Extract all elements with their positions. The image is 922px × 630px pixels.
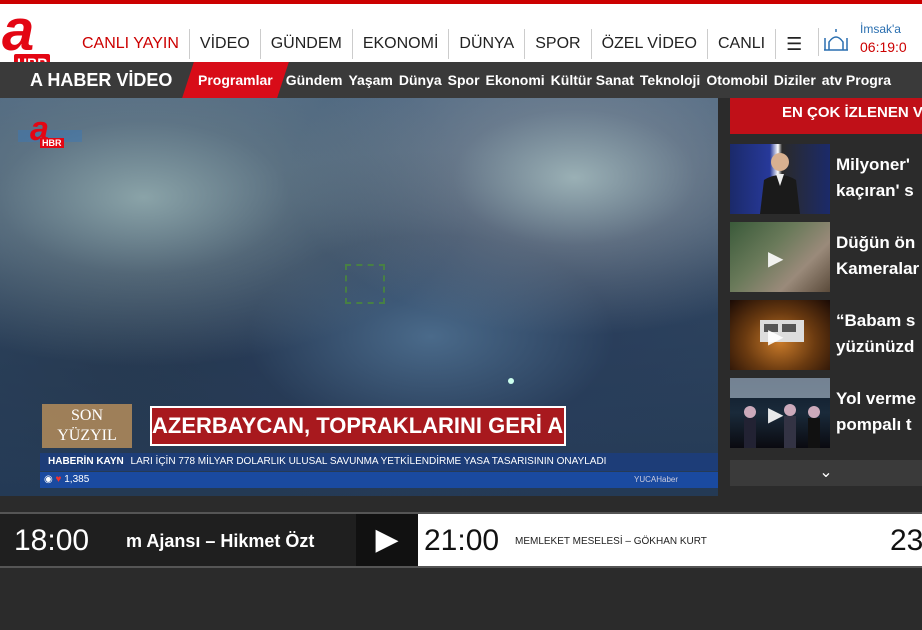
hamburger-icon[interactable]: ☰ — [775, 29, 812, 59]
play-icon: ▶ — [768, 326, 784, 348]
nav-dunya[interactable]: DÜNYA — [448, 29, 524, 59]
view-count-bar: ◉ ♥ 1,385 YUCAHaber — [40, 472, 718, 488]
show-logo-line1: SON — [70, 407, 103, 424]
next-time-slot: 21:00 — [424, 524, 500, 557]
sidebar-video-title[interactable]: Milyoner' kaçıran' s — [836, 152, 922, 204]
watermark-badge: HBR — [40, 138, 64, 148]
sidebar-video-item[interactable]: ▶ Düğün ön Kameralar — [730, 222, 922, 292]
heart-icon: ♥ — [55, 474, 62, 485]
nav-canli[interactable]: CANLI — [707, 29, 775, 59]
cat-ekonomi[interactable]: Ekonomi — [483, 62, 548, 98]
show-logo: SON YÜZYIL — [42, 404, 132, 448]
cat-spor[interactable]: Spor — [445, 62, 483, 98]
cat-otomobil[interactable]: Otomobil — [703, 62, 770, 98]
channel-watermark: a HBR — [18, 110, 84, 150]
top-header: a HBR CANLI YAYIN VİDEO GÜNDEM EKONOMİ D… — [0, 0, 922, 72]
view-count: 1,385 — [64, 474, 90, 485]
ticker-text: LARI İÇİN 778 MİLYAR DOLARLIK ULUSAL SAV… — [130, 456, 607, 467]
video-player[interactable]: a HBR SON YÜZYIL AZERBAYCAN, TOPRAKLARIN… — [0, 98, 718, 496]
broadcast-schedule: 18:00 m Ajansı – Hikmet Özt ▶ 21:00 MEML… — [0, 512, 922, 568]
cat-yasam[interactable]: Yaşam — [345, 62, 395, 98]
flare-spot — [508, 378, 514, 384]
sidebar-video-title[interactable]: Yol verme pompalı t — [836, 386, 922, 438]
page-footer-area — [0, 570, 922, 630]
video-thumbnail[interactable]: ▶ — [730, 378, 830, 448]
play-icon[interactable]: ▶ — [356, 514, 418, 566]
eye-icon: ◉ — [44, 474, 53, 485]
next-program-title: MEMLEKET MESELESİ – GÖKHAN KURT — [515, 536, 707, 547]
current-time-slot: 18:00 — [14, 524, 90, 557]
news-ticker: HABERİN KAYN LARI İÇİN 778 MİLYAR DOLARL… — [40, 453, 718, 471]
chevron-down-icon[interactable]: ⌄ — [730, 460, 922, 486]
cat-atv-programlari[interactable]: atv Progra — [819, 62, 894, 98]
mosque-icon — [818, 28, 848, 56]
sidebar-title: EN ÇOK İZLENEN V — [730, 98, 922, 134]
sidebar-video-title[interactable]: Düğün ön Kameralar — [836, 230, 922, 282]
prayer-time-widget: İmsak'a 06:19:0 — [860, 22, 922, 55]
prayer-countdown: 06:19:0 — [860, 39, 907, 55]
main-nav: CANLI YAYIN VİDEO GÜNDEM EKONOMİ DÜNYA S… — [72, 26, 812, 62]
nav-ozel-video[interactable]: ÖZEL VİDEO — [590, 29, 707, 59]
current-program-title: m Ajansı – Hikmet Özt — [126, 531, 315, 551]
ticker-tag: HABERİN KAYN — [48, 456, 124, 467]
cat-programlar[interactable]: Programlar — [182, 62, 289, 98]
sidebar-video-item[interactable]: Milyoner' kaçıran' s — [730, 144, 922, 214]
sidebar-video-title[interactable]: “Babam s yüzünüzd — [836, 308, 922, 360]
cat-gundem[interactable]: Gündem — [283, 62, 346, 98]
most-watched-sidebar: EN ÇOK İZLENEN V Milyoner' kaçıran' s ▶ … — [730, 98, 922, 496]
video-categories: Programlar Gündem Yaşam Dünya Spor Ekono… — [182, 62, 894, 98]
video-thumbnail[interactable]: ▶ — [730, 222, 830, 292]
nav-canli-yayin[interactable]: CANLI YAYIN — [72, 29, 189, 59]
cat-kultur-sanat[interactable]: Kültür Sanat — [548, 62, 637, 98]
video-thumbnail[interactable]: ▶ — [730, 300, 830, 370]
targeting-reticle — [345, 264, 385, 304]
video-source-credit: YUCAHaber — [633, 475, 678, 484]
play-icon: ▶ — [768, 248, 784, 270]
schedule-current[interactable]: 18:00 m Ajansı – Hikmet Özt — [0, 514, 360, 566]
video-subnav: A HABER VİDEO Programlar Gündem Yaşam Dü… — [0, 62, 922, 98]
cat-dunya[interactable]: Dünya — [396, 62, 445, 98]
play-icon: ▶ — [768, 404, 784, 426]
page: a HBR CANLI YAYIN VİDEO GÜNDEM EKONOMİ D… — [0, 0, 922, 630]
show-logo-line2: YÜZYIL — [57, 427, 117, 444]
later-time-slot: 23 — [890, 524, 922, 557]
nav-video[interactable]: VİDEO — [188, 29, 260, 59]
logo-letter: a — [2, 0, 35, 63]
video-brand-title[interactable]: A HABER VİDEO — [30, 70, 172, 91]
nav-gundem[interactable]: GÜNDEM — [259, 29, 352, 59]
nav-ekonomi[interactable]: EKONOMİ — [351, 29, 449, 59]
video-headline-banner: AZERBAYCAN, TOPRAKLARINI GERİ ALDI — [150, 406, 566, 446]
prayer-name: İmsak'a — [860, 22, 901, 36]
sidebar-video-item[interactable]: ▶ “Babam s yüzünüzd — [730, 300, 922, 370]
sidebar-video-item[interactable]: ▶ Yol verme pompalı t — [730, 378, 922, 448]
video-thumbnail[interactable] — [730, 144, 830, 214]
cat-diziler[interactable]: Diziler — [771, 62, 819, 98]
cat-teknoloji[interactable]: Teknoloji — [637, 62, 703, 98]
nav-spor[interactable]: SPOR — [524, 29, 590, 59]
